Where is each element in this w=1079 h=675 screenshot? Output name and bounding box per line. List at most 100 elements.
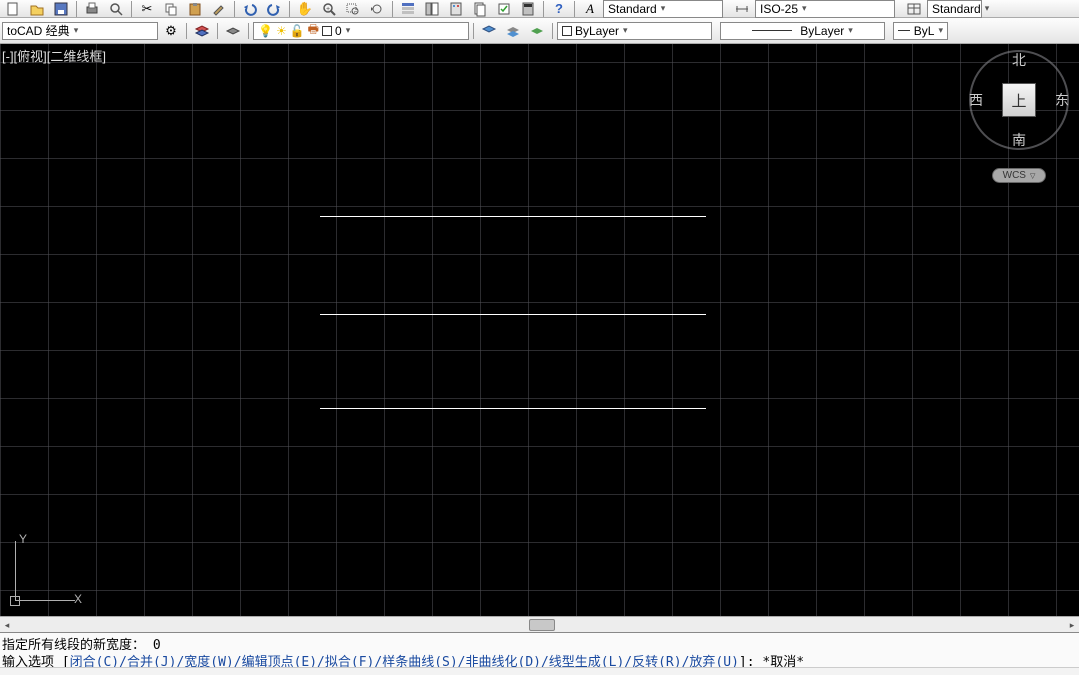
layer-prev-icon[interactable] <box>502 23 524 39</box>
print-icon[interactable] <box>81 1 103 17</box>
grid-line <box>0 590 1079 591</box>
grid-line <box>624 44 625 616</box>
grid-line <box>480 44 481 616</box>
dimstyle-value: ISO-25 <box>760 2 798 16</box>
pan-icon[interactable]: ✋ <box>294 1 316 17</box>
grid-line <box>960 44 961 616</box>
layer-dropdown[interactable]: 💡 ☀ 🔓 🖶 0 <box>253 22 469 40</box>
grid-line <box>336 44 337 616</box>
workspace-dropdown[interactable]: toCAD 经典 <box>2 22 158 40</box>
viewcube[interactable]: 北 南 西 东 上 WCS ▽ <box>965 50 1073 198</box>
color-dropdown[interactable]: ByLayer <box>557 22 712 40</box>
compass-west[interactable]: 西 <box>969 90 983 110</box>
dimstyle-dropdown[interactable]: ISO-25 <box>755 0 895 18</box>
compass-ring[interactable]: 北 南 西 东 上 <box>969 50 1069 150</box>
grid-line <box>0 302 1079 303</box>
drawing-line-3[interactable] <box>320 408 706 409</box>
layer-color-swatch <box>322 26 332 36</box>
grid-line <box>240 44 241 616</box>
grid-line <box>384 44 385 616</box>
preview-icon[interactable] <box>105 1 127 17</box>
copy-icon[interactable] <box>160 1 182 17</box>
grid-line <box>0 446 1079 447</box>
tablestyle-icon[interactable] <box>903 1 925 17</box>
lineweight-dropdown[interactable]: ByL <box>893 22 948 40</box>
grid-line <box>768 44 769 616</box>
grid-line <box>48 44 49 616</box>
drawing-line-2[interactable] <box>320 314 706 315</box>
new-icon[interactable] <box>2 1 24 17</box>
textstyle-icon[interactable]: A <box>579 1 601 17</box>
redo-icon[interactable] <box>263 1 285 17</box>
compass-north[interactable]: 北 <box>1012 50 1026 70</box>
grid-line <box>96 44 97 616</box>
workspace-settings-icon[interactable]: ⚙ <box>160 23 182 39</box>
layer-props-icon[interactable] <box>191 23 213 39</box>
dimstyle-icon[interactable] <box>731 1 753 17</box>
tablestyle-dropdown[interactable]: Standard <box>927 0 982 18</box>
sheetset-icon[interactable] <box>469 1 491 17</box>
markup-icon[interactable] <box>493 1 515 17</box>
paste-icon[interactable] <box>184 1 206 17</box>
layer-states-icon[interactable] <box>222 23 244 39</box>
viewport-label[interactable]: [-][俯视][二维线框] <box>2 46 106 65</box>
layer-iso-icon[interactable] <box>478 23 500 39</box>
open-icon[interactable] <box>26 1 48 17</box>
horizontal-scrollbar[interactable]: ◂ ▸ <box>0 616 1079 632</box>
linetype-dropdown[interactable]: ByLayer <box>720 22 885 40</box>
scroll-thumb[interactable] <box>529 619 555 631</box>
layer-name: 0 <box>335 24 342 38</box>
grid-line <box>672 44 673 616</box>
drawing-viewport[interactable]: // will draw below with inline elements … <box>0 44 1079 616</box>
command-history-line-2: 输入选项 [闭合(C)/合并(J)/宽度(W)/编辑顶点(E)/拟合(F)/样条… <box>0 650 1079 667</box>
match-icon[interactable] <box>208 1 230 17</box>
scroll-right-arrow[interactable]: ▸ <box>1065 617 1079 633</box>
color-swatch <box>562 26 572 36</box>
quick-access-toolbar[interactable]: ✂ ✋ + ? A Standard ISO-25 Standard <box>0 0 1079 18</box>
compass-south[interactable]: 南 <box>1012 130 1026 150</box>
zoom-realtime-icon[interactable]: + <box>318 1 340 17</box>
properties-icon[interactable] <box>397 1 419 17</box>
secondary-toolbar[interactable]: toCAD 经典 ⚙ 💡 ☀ 🔓 🖶 0 ByLayer ByLayer ByL <box>0 18 1079 44</box>
grid-line <box>0 44 1 616</box>
save-icon[interactable] <box>50 1 72 17</box>
zoom-previous-icon[interactable] <box>366 1 388 17</box>
layer-lock-icon: 🔓 <box>290 24 305 38</box>
textstyle-dropdown[interactable]: Standard <box>603 0 723 18</box>
textstyle-value: Standard <box>608 2 657 16</box>
wcs-label: WCS <box>1003 170 1026 181</box>
undo-icon[interactable] <box>239 1 261 17</box>
grid-line <box>0 350 1079 351</box>
drawing-line-1[interactable] <box>320 216 706 217</box>
quickcalc-icon[interactable] <box>517 1 539 17</box>
designcenter-icon[interactable] <box>421 1 443 17</box>
grid-line <box>0 110 1079 111</box>
layer-on-icon: 💡 <box>258 24 273 38</box>
zoom-window-icon[interactable] <box>342 1 364 17</box>
layer-freeze-icon: ☀ <box>276 24 287 38</box>
grid-line <box>288 44 289 616</box>
linetype-value: ByLayer <box>800 24 844 38</box>
grid-line <box>0 254 1079 255</box>
help-icon[interactable]: ? <box>548 1 570 17</box>
wcs-badge[interactable]: WCS ▽ <box>992 168 1047 183</box>
scroll-left-arrow[interactable]: ◂ <box>0 617 14 633</box>
grid-line <box>720 44 721 616</box>
layer-match-icon[interactable] <box>526 23 548 39</box>
grid-line <box>0 398 1079 399</box>
grid-line <box>432 44 433 616</box>
grid-line <box>0 158 1079 159</box>
grid-line <box>0 494 1079 495</box>
grid-line <box>816 44 817 616</box>
svg-text:+: + <box>326 6 330 13</box>
command-area[interactable]: 指定所有线段的新宽度： 0 输入选项 [闭合(C)/合并(J)/宽度(W)/编辑… <box>0 632 1079 675</box>
command-input[interactable] <box>0 667 1079 675</box>
compass-east[interactable]: 东 <box>1055 90 1069 110</box>
grid-line <box>144 44 145 616</box>
grid-line <box>0 206 1079 207</box>
toolpalette-icon[interactable] <box>445 1 467 17</box>
viewcube-top-face[interactable]: 上 <box>1002 83 1036 117</box>
lineweight-value: ByL <box>914 24 935 38</box>
grid-line <box>0 62 1079 63</box>
cut-icon[interactable]: ✂ <box>136 1 158 17</box>
